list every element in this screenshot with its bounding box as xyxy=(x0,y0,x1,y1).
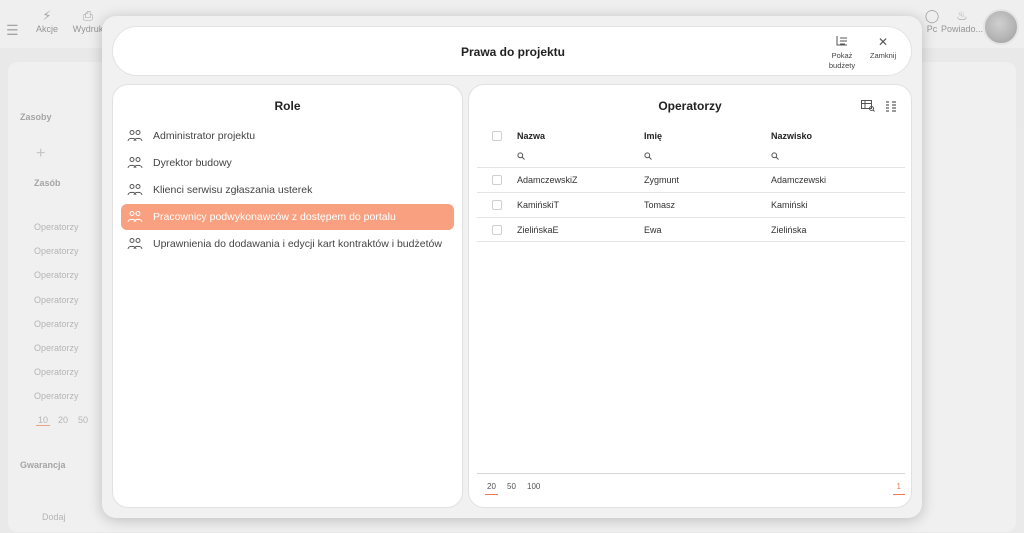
page-size-option[interactable]: 100 xyxy=(527,482,540,491)
table-row[interactable]: AdamczewskiZ Zygmunt Adamczewski xyxy=(477,167,905,192)
row-checkbox[interactable] xyxy=(492,224,502,235)
close-label: Zamknij xyxy=(869,51,897,60)
cell-login: KamińskiT xyxy=(517,200,560,210)
role-label: Klienci serwisu zgłaszania usterek xyxy=(153,184,313,196)
search-icon xyxy=(644,152,652,160)
cell-last-name: Zielińska xyxy=(771,224,807,235)
row-checkbox[interactable] xyxy=(492,175,502,185)
select-all-checkbox[interactable] xyxy=(492,131,502,141)
operators-panel-title: Operatorzy xyxy=(658,99,722,113)
cell-login: ZielińskaE xyxy=(517,224,559,235)
user-group-icon xyxy=(127,156,145,170)
column-header-login[interactable]: Nazwa xyxy=(517,131,644,141)
roles-panel-title: Role xyxy=(274,99,301,113)
grid-pager: 20 50 100 1 xyxy=(477,473,906,501)
user-group-icon xyxy=(127,210,145,224)
role-item[interactable]: Dyrektor budowy xyxy=(121,150,454,176)
user-group-icon xyxy=(127,129,145,143)
role-label: Dyrektor budowy xyxy=(153,157,232,169)
search-icon xyxy=(517,152,525,160)
show-budgets-button[interactable]: Pokaż budżety xyxy=(825,35,859,71)
dialog-header: Prawa do projektu Pokaż budżety ✕ Zamkni… xyxy=(112,26,912,76)
grid-filter-row xyxy=(477,147,905,165)
page-size-option[interactable]: 50 xyxy=(507,482,516,491)
operators-panel: Operatorzy Nazwa Imię Nazwisko Adamczews… xyxy=(468,84,912,508)
page-number[interactable]: 1 xyxy=(892,482,906,495)
table-row[interactable]: ZielińskaE Ewa Zielińska xyxy=(477,217,905,242)
close-button[interactable]: ✕ Zamknij xyxy=(865,35,901,61)
filter-first-name[interactable] xyxy=(644,147,771,165)
role-item[interactable]: Uprawnienia do dodawania i edycji kart k… xyxy=(121,231,454,257)
cell-last-name: Kamiński xyxy=(771,200,808,210)
cell-login: AdamczewskiZ xyxy=(517,175,578,185)
cell-last-name: Adamczewski xyxy=(771,175,827,185)
cell-first-name: Tomasz xyxy=(644,200,676,210)
dialog-title: Prawa do projektu xyxy=(460,45,566,59)
column-chooser-icon[interactable] xyxy=(885,99,899,113)
close-icon: ✕ xyxy=(877,35,889,49)
user-group-icon xyxy=(127,183,145,197)
show-budgets-label-line1: Pokaż xyxy=(831,51,853,60)
user-group-icon xyxy=(127,237,145,251)
role-label: Uprawnienia do dodawania i edycji kart k… xyxy=(153,238,442,250)
filter-last-name[interactable] xyxy=(771,147,905,165)
filter-login[interactable] xyxy=(517,147,644,165)
role-item[interactable]: Klienci serwisu zgłaszania usterek xyxy=(121,177,454,203)
role-label: Administrator projektu xyxy=(153,130,256,142)
project-rights-dialog: Prawa do projektu Pokaż budżety ✕ Zamkni… xyxy=(102,16,922,518)
cell-first-name: Zygmunt xyxy=(644,175,680,185)
roles-panel: Role Administrator projektu Dyrektor bud… xyxy=(112,84,463,508)
column-header-last-name[interactable]: Nazwisko xyxy=(771,131,905,141)
role-item-selected[interactable]: Pracownicy podwykonawców z dostępem do p… xyxy=(121,204,454,230)
row-checkbox[interactable] xyxy=(492,200,502,210)
table-search-icon[interactable] xyxy=(861,99,875,113)
table-row[interactable]: KamińskiT Tomasz Kamiński xyxy=(477,192,905,217)
column-header-first-name[interactable]: Imię xyxy=(644,131,771,141)
page-size-option[interactable]: 20 xyxy=(485,482,498,495)
budget-list-icon xyxy=(825,35,859,49)
role-item[interactable]: Administrator projektu xyxy=(121,123,454,149)
role-label: Pracownicy podwykonawców z dostępem do p… xyxy=(153,211,396,223)
grid-header-row: Nazwa Imię Nazwisko xyxy=(477,125,905,147)
search-icon xyxy=(771,152,779,160)
cell-first-name: Ewa xyxy=(644,224,662,235)
show-budgets-label-line2: budżety xyxy=(828,61,856,70)
